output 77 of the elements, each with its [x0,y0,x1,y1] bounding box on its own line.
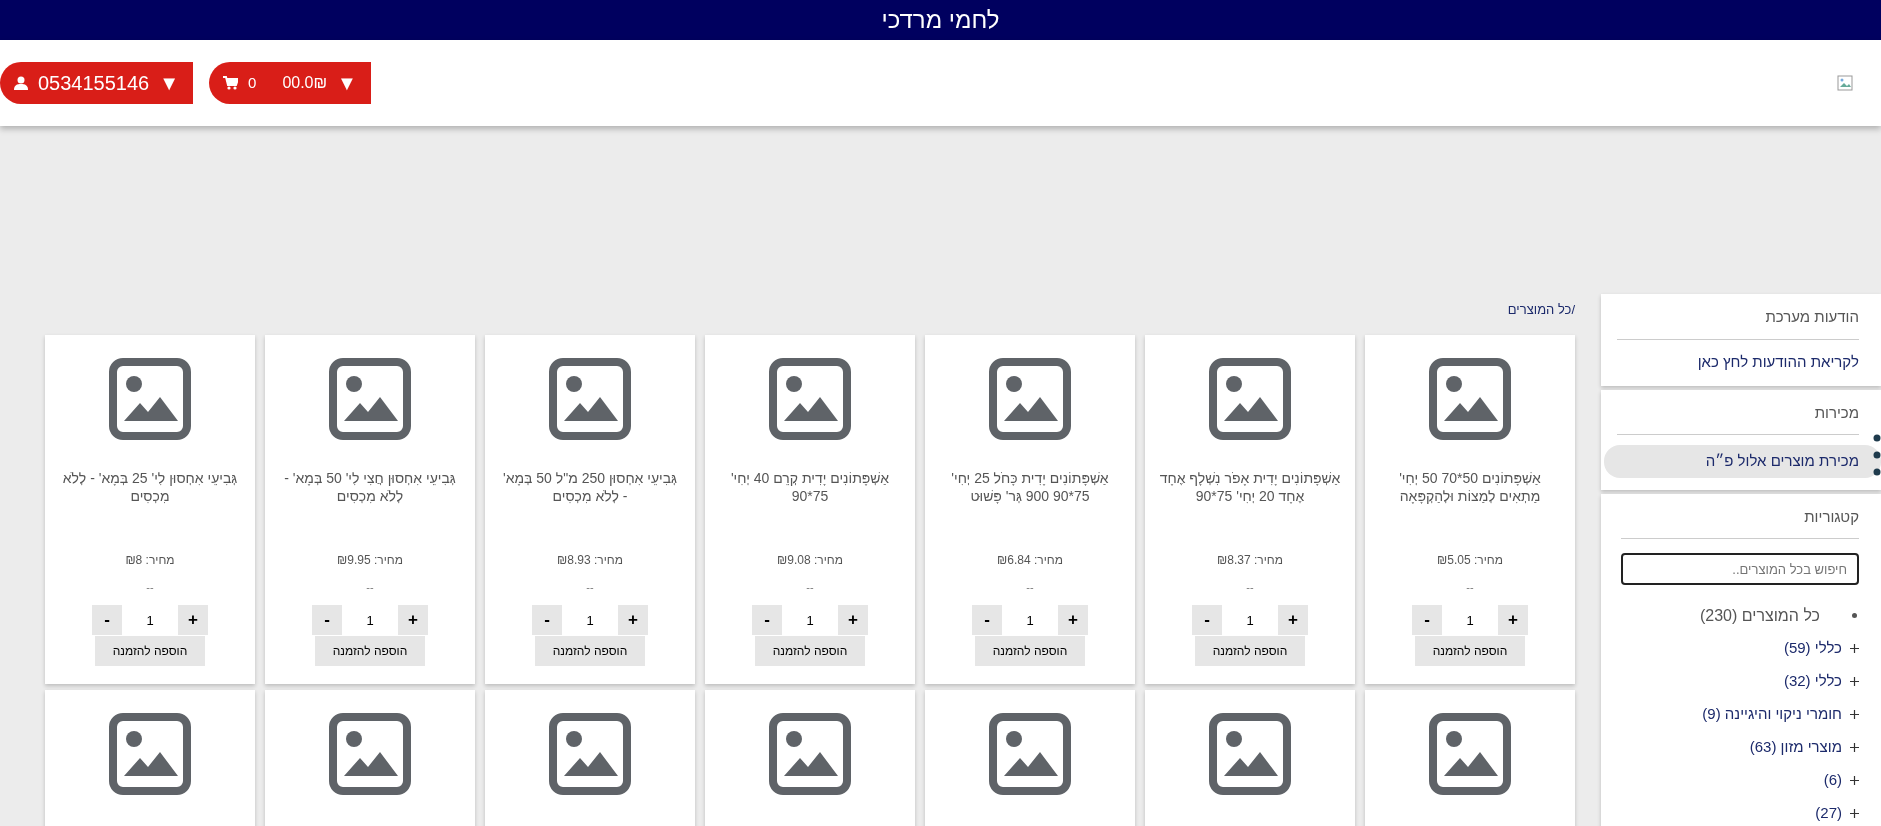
product-price: מחיר: ₪9.08 [777,551,843,569]
product-note: -- [366,579,374,595]
image-placeholder-icon [1208,711,1292,796]
image-placeholder-icon [328,711,412,796]
product-note: -- [146,579,154,595]
category-link[interactable]: מוצרי מזון (63) [1749,731,1842,764]
user-button[interactable]: 0534155146 ▼ [0,62,194,104]
increase-button[interactable]: + [1058,605,1088,635]
category-link[interactable]: (6) [1823,764,1842,797]
product-name: גְּבִיעֵי אִחְסוּן 250 מ"ל 50 בְּמָא' - לְלֹא מִכְסִים [501,468,679,506]
decrease-button[interactable]: - [752,605,782,635]
decrease-button[interactable]: - [972,605,1002,635]
category-link[interactable]: כללי (32) [1783,665,1842,698]
increase-button[interactable]: + [1278,605,1308,635]
increase-button[interactable]: + [398,605,428,635]
user-icon [14,76,28,90]
product-note: -- [806,579,814,595]
add-to-order-button[interactable]: הוספה להזמנה [1415,636,1525,666]
image-placeholder-icon [988,711,1072,796]
card-title: מכירות [1617,401,1859,435]
cart-button[interactable]: 0 00.0₪ ▼ [209,62,371,104]
cart-icon [223,76,239,90]
category-link[interactable]: כל המוצרים (230) [1699,599,1820,632]
decrease-button[interactable]: - [532,605,562,635]
product-note: -- [1466,579,1474,595]
product-name: אַשְׁפָּתוֹנִים יָדִית קְרֵם 40 יְחִי' 75*90 [729,468,891,506]
product-name: אַשְׁפָּתוֹנִים יָדִית כָּחֹל 25 יְחִי' 75*90 900 גְּר' פָּשׁוּט [950,468,1110,506]
image-placeholder-icon [768,356,852,441]
search-field[interactable]: חיפוש בכל המוצרים.. [1621,553,1859,585]
product-note: -- [586,579,594,595]
add-to-order-button[interactable]: הוספה להזמנה [315,636,425,666]
product-price: מחיר: ₪9.95 [337,551,403,569]
product-name: גְּבִיעֵי אִחְסוּן חֲצִי לִי' 50 בְּמָא' - לְלֹא מִכְסִים [283,468,457,506]
add-to-order-button[interactable]: הוספה להזמנה [755,636,865,666]
messages-link[interactable]: לקריאת ההודעות לחץ כאן [1697,350,1859,373]
image-placeholder-icon [548,711,632,796]
add-to-order-button[interactable]: הוספה להזמנה [95,636,205,666]
image-placeholder-icon [1428,356,1512,441]
category-link[interactable]: (27) [1815,797,1842,826]
add-to-order-button[interactable]: הוספה להזמנה [535,636,645,666]
product-price: מחיר: ₪6.84 [997,551,1063,569]
decrease-button[interactable]: - [312,605,342,635]
category-link[interactable]: כללי (59) [1783,632,1842,665]
product-name: אַשְׁפָּתוֹנִים 50*70 50 יְחִי' מַתְאִים לְמַצוֹת וּלְהַקְפָּאָה [1398,468,1542,506]
decrease-button[interactable]: - [1412,605,1442,635]
image-placeholder-icon [548,356,632,441]
product-price: מחיר: ₪8 [125,551,175,569]
card-title: קטגוריות [1621,505,1859,539]
product-note: -- [1246,579,1254,595]
image-placeholder-icon [108,356,192,441]
card-title: הודעות מערכת [1617,306,1859,340]
increase-button[interactable]: + [1498,605,1528,635]
product-name: גְּבִיעֵי אִחְסוּן לִי' 25 בְּמָא' - לְלֹא מִכְסִים [61,468,239,506]
product-price: מחיר: ₪8.37 [1217,551,1283,569]
category-link[interactable]: חומרי ניקוי והיגיינה (9) [1702,698,1842,731]
image-placeholder-icon [108,711,192,796]
increase-button[interactable]: + [618,605,648,635]
sale-item[interactable]: מכירת מוצרים אלול פ״ה [1604,445,1881,478]
image-placeholder-icon [988,356,1072,441]
product-price: מחיר: ₪5.05 [1437,551,1503,569]
image-placeholder-icon [768,711,852,796]
product-note: -- [1026,579,1034,595]
breadcrumb-link[interactable]: /כל המוצרים [1507,300,1575,320]
product-name: אַשְׁפָּתוֹנִים יָדִית אָפֹר נִשְׁלָף אֶחָד אֶחָד 20 יְחִי' 75*90 [1158,468,1342,506]
decrease-button[interactable]: - [1192,605,1222,635]
broken-image-icon [1837,75,1853,91]
product-price: מחיר: ₪8.93 [557,551,623,569]
image-placeholder-icon [328,356,412,441]
add-to-order-button[interactable]: הוספה להזמנה [1195,636,1305,666]
site-title: לחמי מרדכי [0,0,1881,40]
image-placeholder-icon [1428,711,1512,796]
vertical-dots-icon[interactable] [1872,434,1881,476]
increase-button[interactable]: + [838,605,868,635]
image-placeholder-icon [1208,356,1292,441]
decrease-button[interactable]: - [92,605,122,635]
increase-button[interactable]: + [178,605,208,635]
add-to-order-button[interactable]: הוספה להזמנה [975,636,1085,666]
